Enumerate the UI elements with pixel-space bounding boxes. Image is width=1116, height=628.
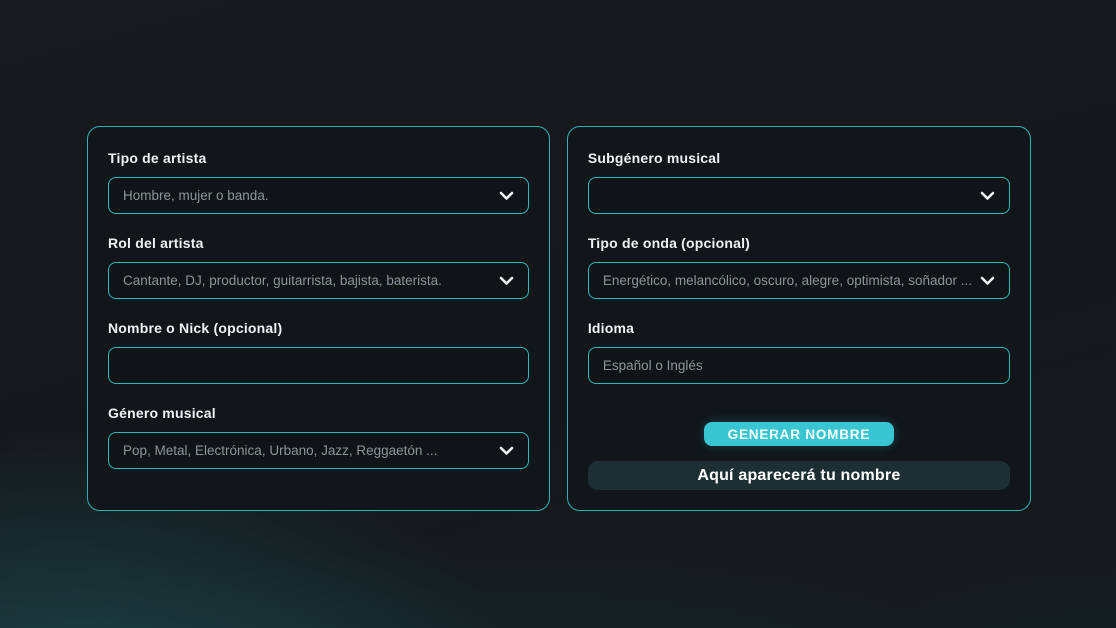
genero-musical-select[interactable]: Pop, Metal, Electrónica, Urbano, Jazz, R…: [108, 432, 529, 469]
chevron-down-icon: [980, 191, 995, 201]
field-subgenero-musical: Subgénero musical: [588, 150, 1010, 214]
chevron-down-icon: [980, 276, 995, 286]
nombre-nick-input[interactable]: [108, 347, 529, 384]
field-rol-del-artista: Rol del artista Cantante, DJ, productor,…: [108, 235, 529, 299]
form-panels-container: Tipo de artista Hombre, mujer o banda. R…: [87, 126, 1031, 511]
chevron-down-icon: [499, 446, 514, 456]
tipo-de-artista-label: Tipo de artista: [108, 150, 529, 167]
chevron-down-icon: [499, 191, 514, 201]
field-idioma: Idioma: [588, 320, 1010, 384]
rol-del-artista-label: Rol del artista: [108, 235, 529, 252]
select-placeholder: Cantante, DJ, productor, guitarrista, ba…: [123, 273, 491, 288]
field-tipo-de-artista: Tipo de artista Hombre, mujer o banda.: [108, 150, 529, 214]
subgenero-musical-label: Subgénero musical: [588, 150, 1010, 167]
genre-form-panel: Subgénero musical Tipo de onda (opcional…: [567, 126, 1031, 511]
idioma-input[interactable]: [588, 347, 1010, 384]
genero-musical-label: Género musical: [108, 405, 529, 422]
rol-del-artista-select[interactable]: Cantante, DJ, productor, guitarrista, ba…: [108, 262, 529, 299]
idioma-label: Idioma: [588, 320, 1010, 337]
select-placeholder: Energético, melancólico, oscuro, alegre,…: [603, 273, 972, 288]
result-placeholder-text: Aquí aparecerá tu nombre: [697, 467, 900, 485]
field-genero-musical: Género musical Pop, Metal, Electrónica, …: [108, 405, 529, 469]
select-placeholder: Pop, Metal, Electrónica, Urbano, Jazz, R…: [123, 443, 491, 458]
tipo-de-onda-select[interactable]: Energético, melancólico, oscuro, alegre,…: [588, 262, 1010, 299]
tipo-de-artista-select[interactable]: Hombre, mujer o banda.: [108, 177, 529, 214]
field-tipo-de-onda: Tipo de onda (opcional) Energético, mela…: [588, 235, 1010, 299]
artist-form-panel: Tipo de artista Hombre, mujer o banda. R…: [87, 126, 550, 511]
chevron-down-icon: [499, 276, 514, 286]
select-placeholder: Hombre, mujer o banda.: [123, 188, 491, 203]
tipo-de-onda-label: Tipo de onda (opcional): [588, 235, 1010, 252]
field-nombre-nick: Nombre o Nick (opcional): [108, 320, 529, 384]
nombre-nick-label: Nombre o Nick (opcional): [108, 320, 529, 337]
generate-name-button[interactable]: GENERAR NOMBRE: [704, 422, 894, 446]
result-placeholder-box: Aquí aparecerá tu nombre: [588, 461, 1010, 490]
subgenero-musical-select[interactable]: [588, 177, 1010, 214]
